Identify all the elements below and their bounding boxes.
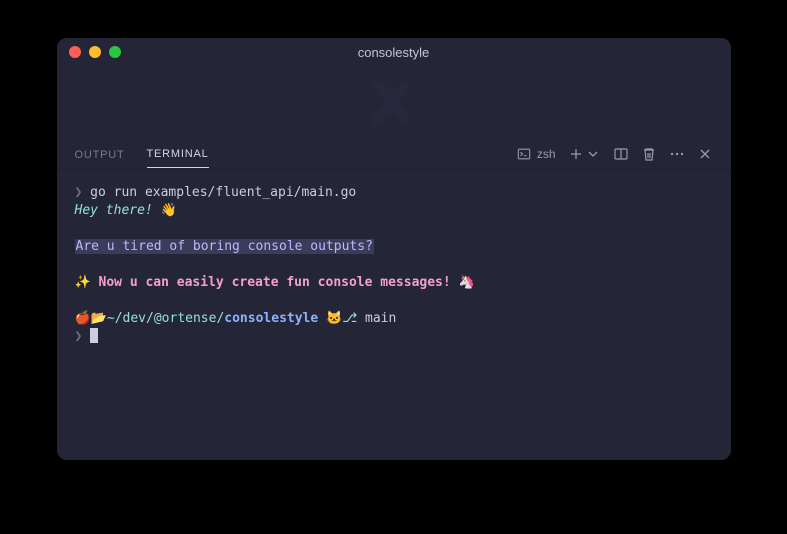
repo-name: consolestyle [224, 311, 318, 326]
cursor [90, 328, 98, 343]
branch-name: main [365, 311, 396, 326]
tab-terminal[interactable]: TERMINAL [147, 139, 209, 168]
split-terminal-button[interactable] [613, 146, 629, 162]
more-actions-button[interactable] [669, 146, 685, 162]
chevron-down-icon [585, 146, 601, 162]
shell-indicator[interactable]: zsh [517, 147, 556, 161]
greeting-text: Hey there! [75, 203, 161, 218]
traffic-lights [69, 46, 121, 58]
terminal-window: consolestyle OUTPUT TERMINAL zsh [57, 38, 731, 460]
close-panel-button[interactable] [697, 146, 713, 162]
apple-emoji: 🍎 [75, 311, 91, 326]
terminal-output[interactable]: ❯ go run examples/fluent_api/main.go Hey… [57, 170, 731, 460]
close-window-button[interactable] [69, 46, 81, 58]
prompt-symbol: ❯ [75, 329, 91, 344]
kill-terminal-button[interactable] [641, 146, 657, 162]
window-title: consolestyle [57, 45, 731, 60]
cwd-path: ~/dev/@ortense/ [107, 311, 224, 326]
unicorn-emoji: 🦄 [451, 275, 475, 290]
shell-name: zsh [537, 147, 556, 161]
minimize-window-button[interactable] [89, 46, 101, 58]
git-emoji: 🐱 [318, 311, 342, 326]
branch-symbol: ⎇ [342, 311, 365, 326]
maximize-window-button[interactable] [109, 46, 121, 58]
close-icon [697, 146, 713, 162]
panel-tabs: OUTPUT TERMINAL zsh [57, 138, 731, 170]
new-terminal-button[interactable] [568, 146, 584, 162]
vscode-logo-icon [364, 72, 424, 132]
fun-message: Now u can easily create fun console mess… [99, 275, 451, 290]
split-icon [613, 146, 629, 162]
trash-icon [641, 146, 657, 162]
sparkle-emoji: ✨ [75, 275, 99, 290]
new-terminal-dropdown[interactable] [585, 146, 601, 162]
highlighted-question: Are u tired of boring console outputs? [75, 239, 374, 254]
wave-emoji: 👋 [161, 203, 177, 218]
plus-icon [568, 146, 584, 162]
terminal-toolbar: zsh [517, 146, 713, 162]
ellipsis-icon [669, 146, 685, 162]
editor-logo-area [57, 66, 731, 138]
window-titlebar: consolestyle [57, 38, 731, 66]
terminal-icon [517, 147, 531, 161]
folder-emoji: 📂 [91, 311, 107, 326]
command-text: go run examples/fluent_api/main.go [82, 185, 356, 200]
tab-output[interactable]: OUTPUT [75, 140, 125, 168]
